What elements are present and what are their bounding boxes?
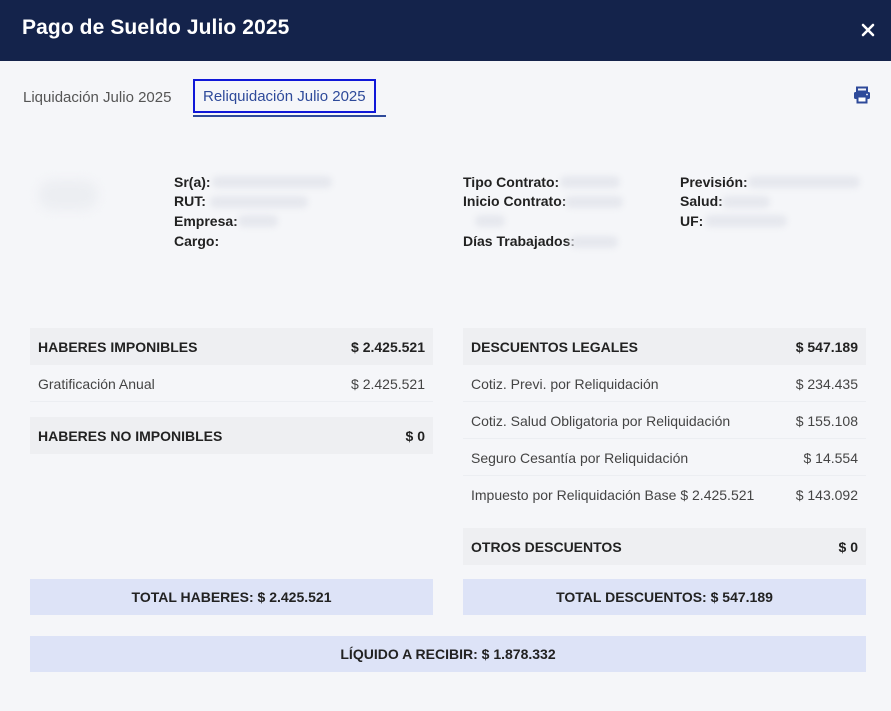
row-label: Gratificación Anual [38,376,155,392]
table-row: Impuesto por Reliquidación Base $ 2.425.… [463,476,866,513]
active-tab-indicator [193,115,386,117]
print-button[interactable] [853,86,873,106]
redacted-value [210,196,308,208]
haberes-table: HABERES IMPONIBLES $ 2.425.521 Gratifica… [30,328,433,454]
sr-label: Sr(a): [174,174,211,190]
printer-icon [854,86,870,104]
row-value: $ 14.554 [803,450,859,466]
section-total: $ 0 [405,428,425,444]
row-label: Impuesto por Reliquidación Base $ 2.425.… [471,487,755,503]
total-haberes: TOTAL HABERES: $ 2.425.521 [30,579,433,615]
section-total: $ 547.189 [795,339,858,355]
tipo-contrato-label: Tipo Contrato: [463,174,560,190]
section-total: $ 2.425.521 [351,339,425,355]
row-label: Cotiz. Previ. por Reliquidación [471,376,659,392]
redacted-value [748,176,860,188]
salud-label: Salud: [680,193,723,209]
employee-avatar [38,180,98,210]
close-button[interactable] [855,16,881,44]
prevision-label: Previsión: [680,174,748,190]
tab-liquidacion[interactable]: Liquidación Julio 2025 [23,89,171,111]
modal-title: Pago de Sueldo Julio 2025 [22,16,290,39]
redacted-value [722,196,770,208]
total-descuentos: TOTAL DESCUENTOS: $ 547.189 [463,579,866,615]
redacted-value [212,176,332,188]
row-value: $ 234.435 [795,376,858,392]
redacted-value [705,215,787,227]
descuentos-legales-header: DESCUENTOS LEGALES $ 547.189 [463,328,866,365]
close-icon [861,23,875,37]
table-row: Cotiz. Previ. por Reliquidación $ 234.43… [463,365,866,402]
section-title: OTROS DESCUENTOS [471,539,622,555]
row-label: Cotiz. Salud Obligatoria por Reliquidaci… [471,413,731,429]
descuentos-table: DESCUENTOS LEGALES $ 547.189 Cotiz. Prev… [463,328,866,565]
uf-label: UF: [680,213,704,229]
haberes-imponibles-header: HABERES IMPONIBLES $ 2.425.521 [30,328,433,365]
section-title: HABERES NO IMPONIBLES [38,428,223,444]
tab-reliquidacion[interactable]: Reliquidación Julio 2025 [193,79,376,113]
row-value: $ 155.108 [795,413,858,429]
redacted-value [560,176,620,188]
section-title: HABERES IMPONIBLES [38,339,198,355]
redacted-value [238,215,278,227]
modal-header: Pago de Sueldo Julio 2025 [0,0,891,61]
otros-descuentos-header: OTROS DESCUENTOS $ 0 [463,528,866,565]
redacted-value [475,215,505,227]
haberes-no-imponibles-header: HABERES NO IMPONIBLES $ 0 [30,417,433,454]
table-row: Gratificación Anual $ 2.425.521 [30,365,433,402]
cargo-label: Cargo: [174,233,220,249]
redacted-value [570,236,618,248]
redacted-value [565,196,623,208]
empresa-label: Empresa: [174,213,238,229]
dias-trabajados-label: Días Trabajados: [463,233,576,249]
row-value: $ 143.092 [795,487,858,503]
inicio-contrato-label: Inicio Contrato: [463,193,567,209]
row-label: Seguro Cesantía por Reliquidación [471,450,689,466]
table-row: Cotiz. Salud Obligatoria por Reliquidaci… [463,402,866,439]
section-title: DESCUENTOS LEGALES [471,339,638,355]
row-value: $ 2.425.521 [351,376,425,392]
liquido-a-recibir: LÍQUIDO A RECIBIR: $ 1.878.332 [30,636,866,672]
section-total: $ 0 [838,539,858,555]
rut-label: RUT: [174,193,206,209]
table-row: Seguro Cesantía por Reliquidación $ 14.5… [463,439,866,476]
